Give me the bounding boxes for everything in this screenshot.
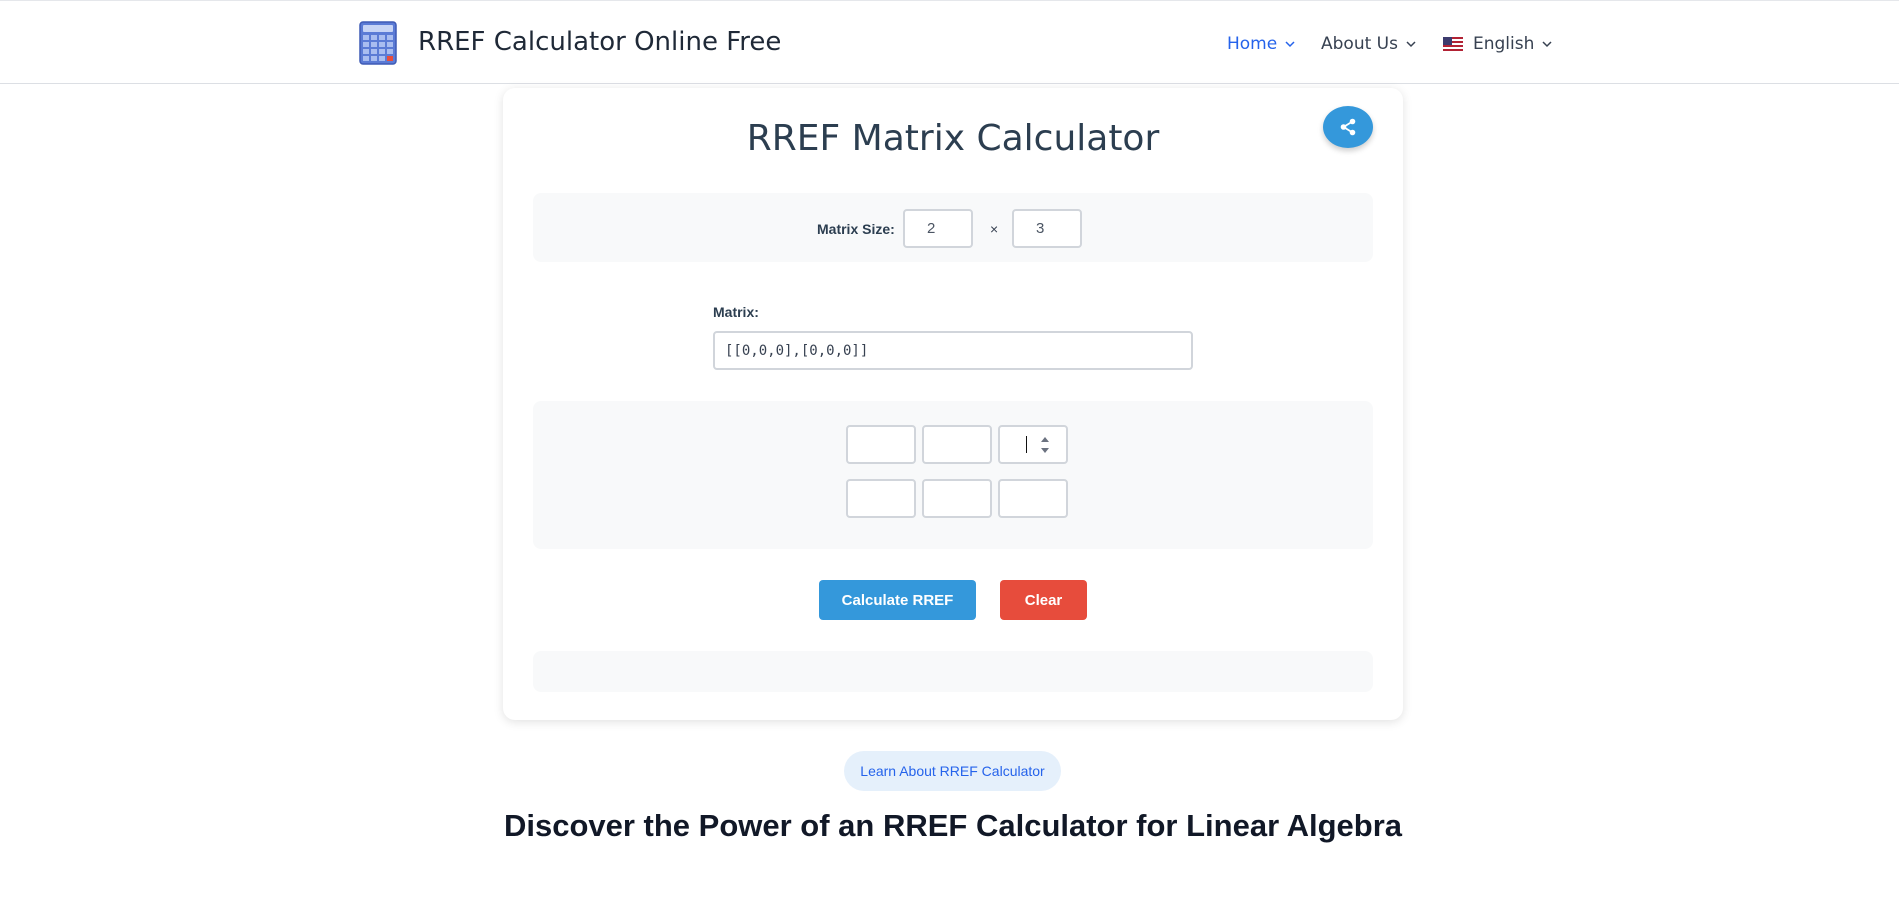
chevron-down-icon (1285, 41, 1295, 48)
matrix-cell-2-1[interactable] (846, 479, 916, 518)
matrix-size-label: Matrix Size: (817, 221, 895, 237)
matrix-text-input[interactable] (713, 331, 1193, 370)
nav-language[interactable]: English (1443, 34, 1552, 54)
cols-input[interactable] (1012, 209, 1082, 248)
share-button[interactable] (1323, 106, 1373, 148)
share-icon (1340, 118, 1356, 136)
times-symbol: × (990, 221, 999, 237)
rows-input[interactable] (903, 209, 973, 248)
chevron-down-icon (1406, 41, 1416, 48)
matrix-grid-panel (533, 401, 1373, 549)
nav-language-label: English (1473, 34, 1535, 54)
discover-heading: Discover the Power of an RREF Calculator… (503, 808, 1403, 843)
matrix-cell-1-1[interactable] (846, 425, 916, 464)
calculator-card: RREF Matrix Calculator Matrix Size: × Ma… (503, 88, 1403, 720)
result-panel (533, 651, 1373, 692)
nav-home[interactable]: Home (1227, 34, 1295, 54)
calculator-title: RREF Matrix Calculator (746, 118, 1160, 159)
matrix-size-panel: Matrix Size: × (533, 193, 1373, 262)
matrix-cell-1-3[interactable] (998, 425, 1068, 464)
nav-about-us[interactable]: About Us (1321, 34, 1416, 54)
us-flag-icon (1443, 37, 1463, 51)
matrix-label: Matrix: (713, 304, 759, 320)
number-spinner-icon[interactable] (1040, 434, 1050, 456)
chevron-down-icon (1542, 41, 1552, 48)
matrix-cell-2-2[interactable] (922, 479, 992, 518)
nav-home-label: Home (1227, 34, 1278, 54)
learn-about-link[interactable]: Learn About RREF Calculator (844, 751, 1061, 791)
matrix-cell-2-3[interactable] (998, 479, 1068, 518)
calculate-rref-button[interactable]: Calculate RREF (819, 580, 976, 620)
calculator-logo-icon[interactable] (359, 21, 397, 65)
site-header: RREF Calculator Online Free Home About U… (0, 0, 1899, 84)
clear-button[interactable]: Clear (1000, 580, 1087, 620)
site-title[interactable]: RREF Calculator Online Free (418, 27, 781, 57)
nav-about-label: About Us (1321, 34, 1398, 54)
matrix-cell-1-2[interactable] (922, 425, 992, 464)
